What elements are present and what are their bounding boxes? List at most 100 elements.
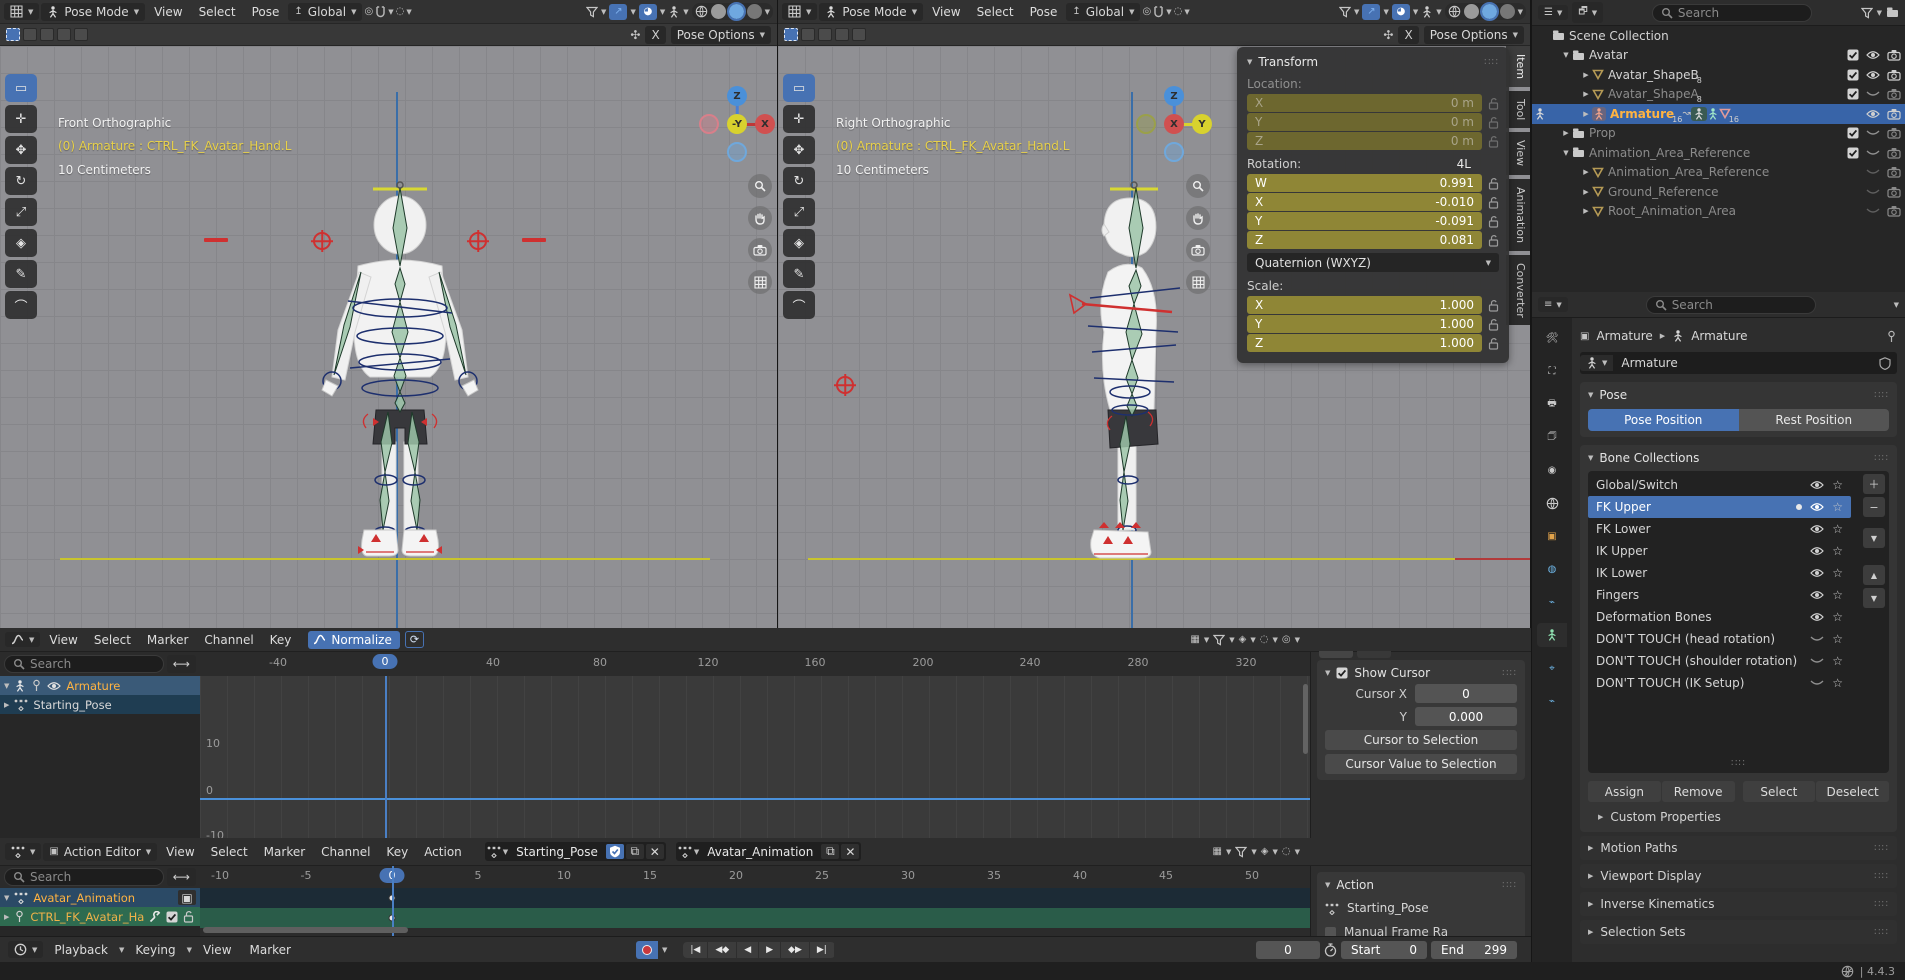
pivot-point-icon[interactable]: ◎ [364, 6, 373, 17]
dope-menu-action[interactable]: Action [417, 843, 469, 861]
outliner-filter-mode-button[interactable]: 🗗▼ [1572, 2, 1603, 23]
eye-closed-icon[interactable] [1810, 679, 1824, 687]
graph-search-input[interactable]: Search [4, 655, 164, 673]
outliner-row[interactable]: Scene Collection [1532, 26, 1905, 46]
tab-data-armature[interactable] [1537, 623, 1567, 647]
shading-wireframe-icon[interactable] [1448, 5, 1461, 18]
expander-icon[interactable]: ▶ [1580, 110, 1592, 118]
end-frame-field[interactable]: End299 [1431, 941, 1517, 959]
tab-output[interactable]: 🖶 [1537, 392, 1567, 416]
filter-funnel-icon[interactable] [1235, 846, 1247, 858]
snap-magnet-icon[interactable] [375, 6, 386, 18]
tab-bone-constraint[interactable]: ⌁ [1537, 689, 1567, 713]
expander-icon[interactable]: ▶ [1560, 129, 1572, 137]
move-up-button[interactable]: ▲ [1863, 565, 1885, 585]
snap-icon[interactable]: ◈ [1261, 846, 1269, 857]
tab-bone[interactable]: ⌖ [1537, 656, 1567, 680]
filter-toggle-button[interactable]: ⟷ [167, 868, 196, 886]
mirror-icon[interactable]: ✣ [630, 28, 640, 42]
vp1-canvas[interactable]: ▭✛✥↻⤢◈✎⌒Front Orthographic(0) Armature :… [0, 46, 777, 628]
camera-disable-icon[interactable] [1887, 205, 1901, 217]
transform-panel-header[interactable]: ▼Transform∷∷ [1247, 55, 1499, 69]
jump-to-end-button[interactable]: ▶| [810, 942, 835, 958]
prev-keyframe-button[interactable]: ◀◆ [708, 942, 737, 958]
pan-button[interactable] [748, 206, 772, 230]
shading-material-icon[interactable] [729, 4, 744, 19]
gizmo-x-plus[interactable]: X [755, 114, 775, 134]
new-collection-icon[interactable] [1886, 7, 1899, 18]
vp2-editor-type-button[interactable]: ▼ [782, 3, 817, 20]
vp2-mode-selector[interactable]: Pose Mode▼ [819, 3, 923, 21]
bone-collection-row[interactable]: DON'T TOUCH (shoulder rotation)☆ [1588, 650, 1851, 672]
vp2-menu-select[interactable]: Select [970, 3, 1021, 21]
tool-measure-button[interactable]: ⌒ [5, 291, 37, 319]
copy-icon[interactable]: ⧉ [626, 844, 644, 859]
sidebar-tab-converter[interactable]: Converter [1506, 255, 1530, 326]
graph-menu-key[interactable]: Key [263, 631, 299, 649]
solo-star-icon[interactable]: ☆ [1832, 544, 1843, 558]
gizmo-toggle-icon[interactable]: ↗ [1362, 4, 1380, 20]
vp2-menu-view[interactable]: View [925, 3, 967, 21]
value-slider-y[interactable]: Y1.000 [1247, 315, 1482, 333]
lock-open-icon[interactable] [1488, 116, 1499, 129]
graph-editor-type-button[interactable]: ▼ [5, 632, 40, 647]
tab-render[interactable]: ⛶ [1537, 359, 1567, 383]
exclude-checkbox[interactable] [1847, 49, 1859, 61]
exclude-checkbox[interactable] [1847, 69, 1859, 81]
outliner-row[interactable]: ▶Animation_Area_Reference [1532, 163, 1905, 183]
fake-user-shield-button[interactable] [606, 844, 624, 859]
gizmo-minus-ball[interactable] [1136, 114, 1156, 134]
outliner-row[interactable]: ▶Avatar_ShapeA8 [1532, 85, 1905, 105]
tool-annotate-button[interactable]: ✎ [783, 260, 815, 288]
value-slider-z[interactable]: Z0 m [1247, 132, 1482, 150]
add-collection-button[interactable]: ＋ [1863, 474, 1885, 494]
properties-editor-type-button[interactable]: ≡▼ [1538, 297, 1568, 312]
pin-icon[interactable] [1886, 330, 1897, 343]
solo-star-icon[interactable]: ☆ [1832, 632, 1843, 646]
select-mode-3-button[interactable] [835, 28, 849, 41]
timeline-menu-view[interactable]: View [196, 941, 238, 959]
vp2-mirror-x-button[interactable]: X [1398, 26, 1418, 44]
expander-icon[interactable]: ▼ [1560, 149, 1572, 157]
camera-disable-icon[interactable] [1887, 69, 1901, 81]
sidebar-tab-tool[interactable]: Tool [1506, 91, 1530, 128]
rotation-mode-dropdown[interactable]: Quaternion (WXYZ)▼ [1247, 253, 1499, 272]
dope-menu-marker[interactable]: Marker [257, 843, 312, 861]
zoom-button[interactable] [748, 174, 772, 198]
dope-channel-animdata[interactable]: ▼Avatar_Animation▣ [0, 888, 200, 907]
select-mode-3-button[interactable] [57, 28, 71, 41]
tab-world[interactable] [1537, 491, 1567, 515]
snap-icon[interactable]: ◈ [1239, 634, 1247, 645]
expander-icon[interactable]: ▶ [1580, 71, 1592, 79]
value-slider-z[interactable]: Z0.081 [1247, 231, 1482, 249]
graph-menu-channel[interactable]: Channel [197, 631, 260, 649]
select-mode-0-button[interactable] [784, 28, 798, 41]
grid-ortho-button[interactable] [748, 270, 772, 294]
value-slider-x[interactable]: X0 m [1247, 94, 1482, 112]
auto-keying-button[interactable] [636, 941, 658, 959]
exclude-checkbox[interactable] [1847, 88, 1859, 100]
eye-dim-icon[interactable] [1866, 168, 1880, 176]
horizontal-scrollbar[interactable] [203, 927, 408, 933]
expander-icon[interactable]: ▶ [1580, 168, 1592, 176]
tab-physics[interactable]: ◍ [1537, 557, 1567, 581]
lock-open-icon[interactable] [1488, 234, 1499, 247]
tool-annotate-button[interactable]: ✎ [5, 260, 37, 288]
show-cursor-checkbox[interactable] [1336, 667, 1348, 679]
gizmo-center-ball[interactable]: X [1164, 114, 1184, 134]
gizmo-z-plus[interactable]: Z [727, 86, 747, 106]
solo-star-icon[interactable]: ☆ [1832, 676, 1843, 690]
deselect-button[interactable]: Deselect [1816, 781, 1889, 802]
eye-open-icon[interactable] [1810, 480, 1824, 490]
tab-scene[interactable]: ◉ [1537, 458, 1567, 482]
expander-icon[interactable]: ▶ [1580, 90, 1592, 98]
solo-star-icon[interactable]: ☆ [1832, 654, 1843, 668]
lock-open-icon[interactable] [1488, 135, 1499, 148]
select-button[interactable]: Select [1743, 781, 1816, 802]
filter-toggle-button[interactable]: ⟷ [167, 655, 196, 673]
tool-move-button[interactable]: ✥ [783, 136, 815, 164]
copy-icon[interactable]: ⧉ [821, 844, 839, 859]
eye-closed-icon[interactable] [1810, 657, 1824, 665]
preview-range-icon[interactable] [1324, 943, 1337, 957]
outliner-row[interactable]: ▶Ground_Reference [1532, 182, 1905, 202]
